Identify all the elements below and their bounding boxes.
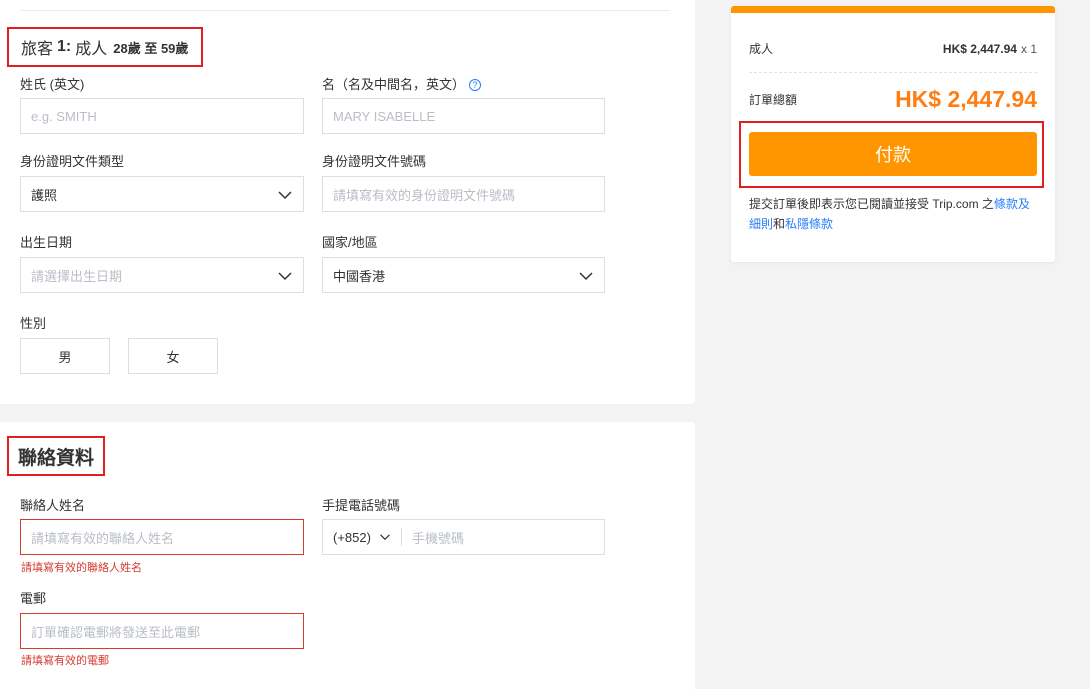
contact-name-label: 聯絡人姓名 <box>20 498 86 513</box>
contact-section-title: 聯絡資料 <box>7 436 105 476</box>
id-type-value: 護照 <box>31 187 58 203</box>
contact-form-card: 聯絡資料 聯絡人姓名 請填寫有效的聯絡人姓名 請填寫有效的聯絡人姓名 手提電話號… <box>0 422 695 689</box>
chevron-down-icon <box>380 534 390 541</box>
id-type-select[interactable]: 護照 <box>20 176 304 212</box>
gender-male-button[interactable]: 男 <box>20 338 110 374</box>
surname-placeholder: e.g. SMITH <box>31 108 97 124</box>
traveler-form-card: 旅客 1: 成人 28歲 至 59歲 姓氏 (英文) e.g. SMITH 名（… <box>0 0 695 404</box>
email-placeholder: 訂單確認電郵將發送至此電郵 <box>31 624 201 640</box>
id-number-input[interactable]: 請填寫有效的身份證明文件號碼 <box>322 176 605 212</box>
summary-accent-bar <box>731 6 1055 13</box>
surname-label: 姓氏 (英文) <box>20 77 85 92</box>
terms-and: 和 <box>773 217 786 231</box>
phone-number-input[interactable]: 手機號碼 <box>402 528 474 547</box>
surname-input[interactable]: e.g. SMITH <box>20 98 304 134</box>
adult-price-value: HK$ 2,447.94 <box>942 41 1017 56</box>
privacy-link[interactable]: 私隱條款 <box>785 217 833 231</box>
traveler-section-title: 旅客 1: 成人 28歲 至 59歲 <box>7 27 203 67</box>
adult-price-row: 成人 HK$ 2,447.94 x 1 <box>749 40 1037 57</box>
given-name-label-text: 名（名及中間名，英文） <box>322 77 466 92</box>
divider <box>20 10 670 11</box>
chevron-down-icon <box>278 272 292 281</box>
terms-text: 提交訂單後即表示您已閱讀並接受 Trip.com 之條款及細則和私隱條款 <box>749 194 1039 234</box>
email-label: 電郵 <box>20 591 47 606</box>
gender-label: 性別 <box>20 316 47 331</box>
region-select[interactable]: 中國香港 <box>322 257 605 293</box>
region-value: 中國香港 <box>333 268 386 284</box>
given-name-placeholder: MARY ISABELLE <box>333 108 436 124</box>
given-name-input[interactable]: MARY ISABELLE <box>322 98 605 134</box>
phone-label: 手提電話號碼 <box>322 498 401 513</box>
email-input[interactable]: 訂單確認電郵將發送至此電郵 <box>20 613 304 649</box>
traveler-title-prefix: 旅客 <box>21 41 54 58</box>
contact-name-input[interactable]: 請填寫有效的聯絡人姓名 <box>20 519 304 555</box>
contact-name-error: 請填寫有效的聯絡人姓名 <box>21 562 142 574</box>
contact-name-placeholder: 請填寫有效的聯絡人姓名 <box>31 530 175 546</box>
pay-button[interactable]: 付款 <box>749 132 1037 176</box>
adult-label: 成人 <box>749 42 774 56</box>
region-label: 國家/地區 <box>322 235 378 250</box>
adult-quantity: x 1 <box>1020 41 1037 56</box>
chevron-down-icon <box>579 272 593 281</box>
gender-female-button[interactable]: 女 <box>128 338 218 374</box>
dob-select[interactable]: 請選擇出生日期 <box>20 257 304 293</box>
total-row: 訂單總額 HK$ 2,447.94 <box>749 86 1037 113</box>
terms-prefix: 提交訂單後即表示您已閱讀並接受 Trip.com 之 <box>749 197 994 211</box>
traveler-number: 1: <box>57 38 72 55</box>
total-value: HK$ 2,447.94 <box>895 86 1037 112</box>
email-error: 請填寫有效的電郵 <box>21 655 109 667</box>
id-number-placeholder: 請填寫有效的身份證明文件號碼 <box>333 187 516 203</box>
help-icon[interactable]: ? <box>469 79 482 91</box>
phone-code-value: (+852) <box>333 529 371 545</box>
dob-label: 出生日期 <box>20 235 73 250</box>
traveler-type: 成人 <box>75 41 108 58</box>
chevron-down-icon <box>278 191 292 200</box>
given-name-label: 名（名及中間名，英文）? <box>322 74 482 93</box>
id-type-label: 身份證明文件類型 <box>20 154 125 169</box>
traveler-age-range: 28歲 至 59歲 <box>113 40 189 56</box>
phone-code-select[interactable]: (+852) <box>323 520 401 554</box>
summary-divider <box>749 72 1037 73</box>
order-summary-panel: 成人 HK$ 2,447.94 x 1 訂單總額 HK$ 2,447.94 付款 … <box>731 6 1055 262</box>
adult-price: HK$ 2,447.94 x 1 <box>943 42 1037 56</box>
total-label: 訂單總額 <box>749 93 798 107</box>
dob-placeholder: 請選擇出生日期 <box>31 268 123 284</box>
id-number-label: 身份證明文件號碼 <box>322 154 427 169</box>
phone-field: (+852) 手機號碼 <box>322 519 605 555</box>
